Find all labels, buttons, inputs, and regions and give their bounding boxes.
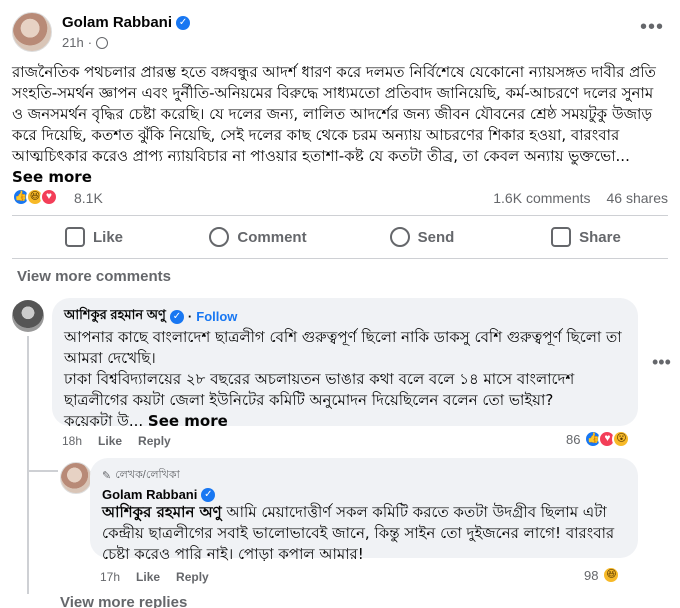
view-more-replies-link[interactable]: View more replies: [60, 594, 187, 608]
meta-separator: ·: [87, 35, 93, 50]
comment-author-name[interactable]: আশিকুর রহমান অণু: [64, 306, 166, 327]
reply-text: আশিকুর রহমান অণু আমি মেয়াদোত্তীর্ণ সকল …: [102, 502, 626, 565]
comment-button[interactable]: Comment: [176, 222, 340, 252]
reply-author-avatar[interactable]: [60, 462, 92, 494]
author-tag: ✎ লেখক/লেখিকা: [102, 466, 626, 485]
comment-meta: 18h Like Reply: [62, 434, 171, 448]
comment-bubble: আশিকুর রহমান অণু ✓ · Follow আপনার কাছে ব…: [52, 298, 638, 430]
reply-reaction-count: 98: [584, 567, 599, 583]
comment-text-line2: ঢাকা বিশ্ববিদ্যালয়ের ২৮ বছরের অচলায়তন …: [64, 370, 575, 409]
post-stats: 👍 😆 ♥ 8.1K 1.6K comments 46 shares: [12, 186, 668, 210]
engagement-counts: 1.6K comments 46 shares: [493, 190, 668, 206]
shares-count[interactable]: 46 shares: [607, 190, 668, 206]
comment-text: আপনার কাছে বাংলাদেশ ছাত্রলীগ বেশি গুরুত্…: [64, 327, 626, 432]
send-label: Send: [417, 228, 455, 246]
follow-button[interactable]: Follow: [196, 309, 237, 324]
comment-reactions[interactable]: 86 👍 ♥ 😮: [566, 430, 631, 448]
verified-badge-icon: ✓: [201, 487, 216, 502]
divider: [12, 258, 668, 259]
thumbs-up-icon: [64, 227, 85, 247]
like-button[interactable]: Like: [12, 222, 176, 252]
love-reaction-icon: ♥: [40, 188, 58, 206]
verified-badge-icon: ✓: [169, 309, 184, 324]
more-options-icon[interactable]: •••: [640, 16, 664, 39]
reply-mention[interactable]: আশিকুর রহমান অণু: [102, 503, 222, 521]
reply-author: Golam Rabbani ✓: [102, 487, 626, 502]
reply-bubble: ✎ লেখক/লেখিকা Golam Rabbani ✓ আশিকুর রহম…: [90, 458, 638, 563]
reaction-count[interactable]: 8.1K: [74, 190, 103, 206]
like-label: Like: [92, 228, 123, 246]
share-arrow-icon: [551, 227, 572, 247]
reply-connector: [28, 470, 58, 472]
comment-author: আশিকুর রহমান অণু ✓ · Follow: [64, 306, 626, 327]
divider: [12, 215, 668, 216]
comment-see-more-link[interactable]: See more: [148, 412, 228, 430]
share-button[interactable]: Share: [504, 222, 668, 252]
author-avatar[interactable]: [12, 12, 52, 52]
post-actions: Like Comment Send Share: [12, 222, 668, 252]
messenger-icon: [389, 227, 410, 247]
thread-line: [27, 336, 29, 594]
reply-reactions[interactable]: 98 😆: [584, 566, 621, 584]
comment-bubble-icon: [209, 227, 230, 247]
comment-truncated-text: কয়েকটা উ...: [64, 412, 144, 430]
comments-count[interactable]: 1.6K comments: [493, 190, 590, 206]
reply-like-button[interactable]: Like: [136, 570, 160, 584]
share-label: Share: [579, 228, 621, 246]
post-header: Golam Rabbani ✓ 21h · •••: [12, 8, 668, 54]
comment-text-line3: কয়েকটা উ... See more: [64, 411, 626, 432]
reply-time[interactable]: 17h: [100, 570, 120, 584]
comment-time[interactable]: 18h: [62, 434, 82, 448]
comment-label: Comment: [237, 228, 307, 246]
comment-reply-button[interactable]: Reply: [138, 434, 171, 448]
post-author[interactable]: Golam Rabbani ✓: [62, 14, 191, 31]
reply-meta: 17h Like Reply: [100, 570, 209, 584]
post-author-name[interactable]: Golam Rabbani: [62, 14, 172, 31]
verified-badge-icon: ✓: [176, 15, 191, 30]
comment-text-line1: আপনার কাছে বাংলাদেশ ছাত্রলীগ বেশি গুরুত্…: [64, 328, 622, 367]
globe-icon: [96, 36, 109, 49]
send-button[interactable]: Send: [340, 222, 504, 252]
reply-reply-button[interactable]: Reply: [176, 570, 209, 584]
view-more-comments-link[interactable]: View more comments: [17, 268, 171, 285]
reaction-icons[interactable]: 👍 😆 ♥: [12, 188, 58, 206]
haha-reaction-icon: 😆: [602, 566, 621, 584]
comment-like-button[interactable]: Like: [98, 434, 122, 448]
comment-options-icon[interactable]: •••: [652, 352, 671, 373]
post-time[interactable]: 21h: [62, 35, 84, 50]
comment-reaction-count: 86: [566, 431, 581, 447]
reply-author-name[interactable]: Golam Rabbani: [102, 487, 197, 502]
post-body: রাজনৈতিক পথচলার প্রারম্ভ হতে বঙ্গবন্ধুর …: [12, 62, 664, 188]
post-meta: 21h ·: [62, 35, 109, 50]
wow-reaction-icon: 😮: [612, 430, 631, 448]
commenter-avatar[interactable]: [12, 300, 44, 332]
see-more-link[interactable]: See more: [12, 168, 92, 186]
post-text: রাজনৈতিক পথচলার প্রারম্ভ হতে বঙ্গবন্ধুর …: [12, 63, 656, 165]
author-tag-label: লেখক/লেখিকা: [115, 469, 180, 481]
pencil-icon: ✎: [102, 470, 112, 482]
